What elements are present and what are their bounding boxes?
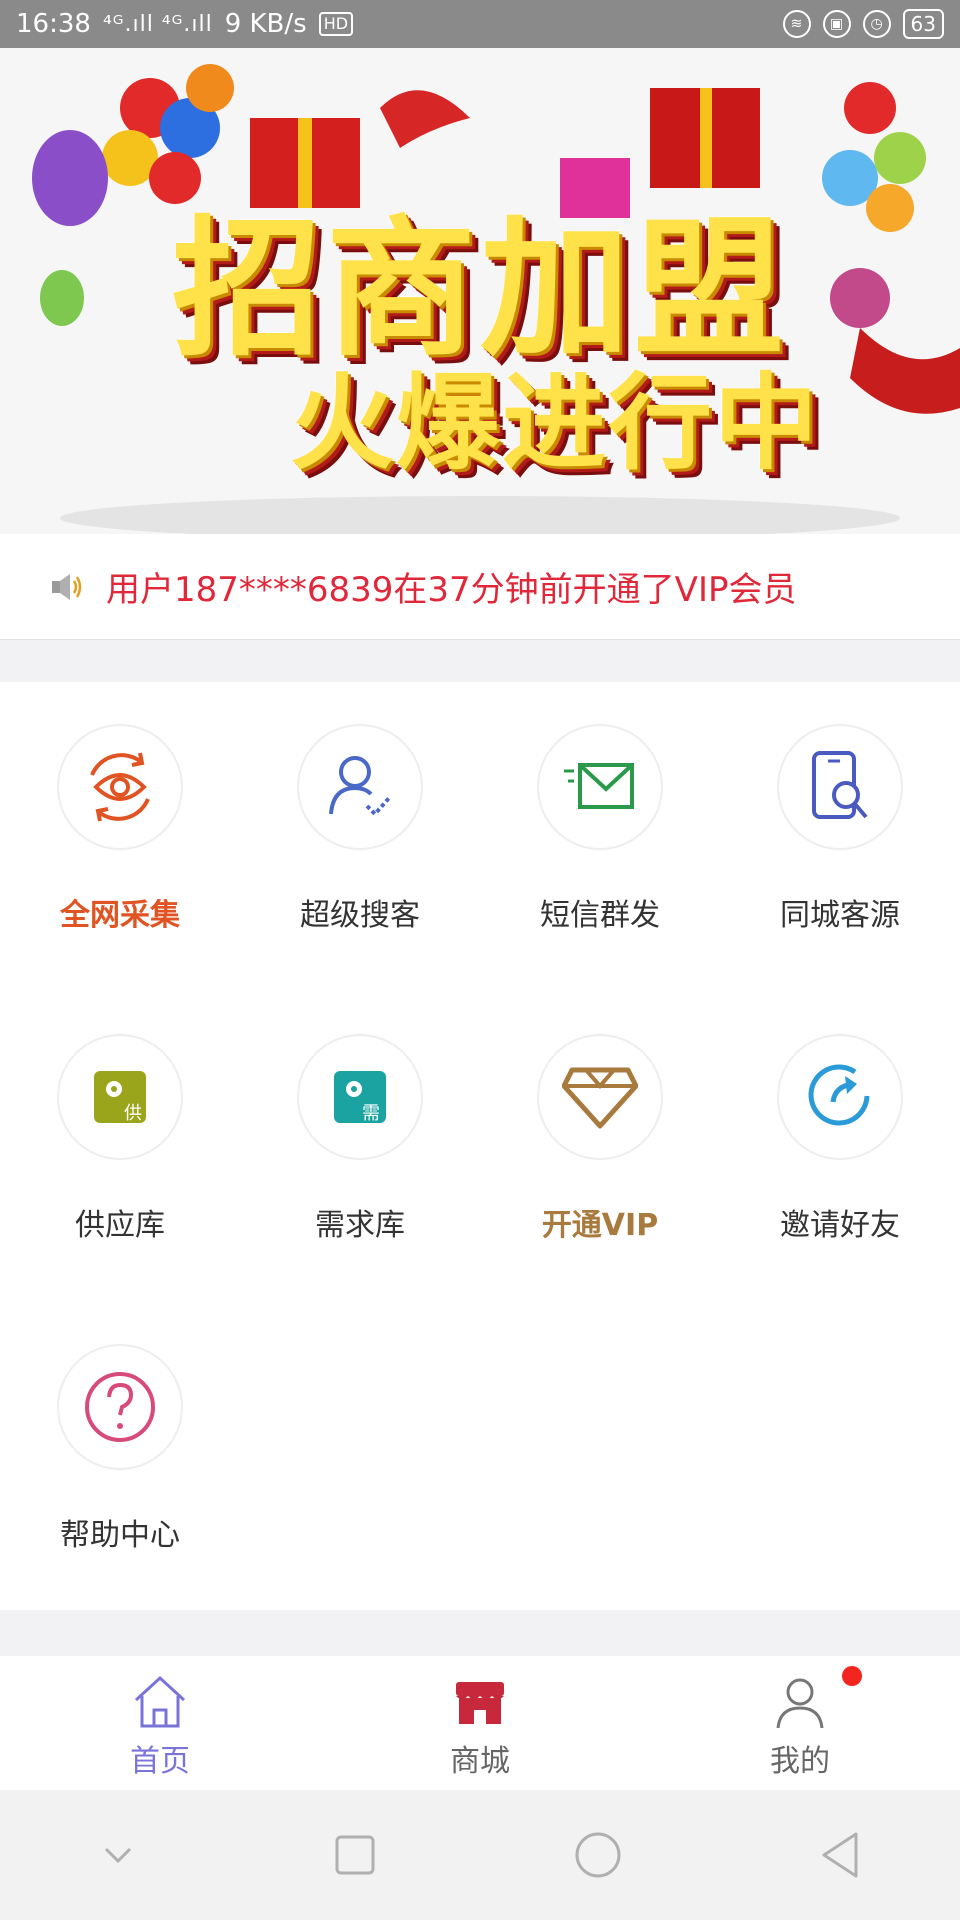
grid-icon-circle: 供 — [57, 1034, 183, 1160]
phone-search-icon — [812, 751, 868, 819]
grid-icon-circle — [537, 1034, 663, 1160]
tab-label: 商城 — [450, 1744, 510, 1779]
grid-icon-circle — [777, 724, 903, 850]
grid-label: 短信群发 — [540, 898, 660, 933]
diamond-icon — [562, 1067, 638, 1129]
back-button-icon[interactable] — [818, 1830, 862, 1880]
feature-grid: 全网采集 超级搜客 短信群发 同城客源 供 供应库 需 需求库 开通VIP 邀请… — [0, 682, 960, 1610]
eye-refresh-icon — [90, 752, 150, 822]
grid-icon-circle — [777, 1034, 903, 1160]
network-speed: 9 KB/s — [224, 9, 307, 39]
demand-gear-icon: 需 — [334, 1071, 386, 1124]
signal-icon: ⁴ᴳ.ıll ⁴ᴳ.ıll — [102, 11, 213, 37]
grid-item-search-customers[interactable]: 超级搜客 — [240, 682, 480, 982]
supply-gear-icon: 供 — [94, 1071, 146, 1124]
tab-store[interactable]: 商城 — [320, 1656, 640, 1790]
home-icon — [134, 1675, 186, 1728]
grid-item-invite[interactable]: 邀请好友 — [720, 992, 960, 1292]
grid-label: 全网采集 — [60, 898, 180, 933]
grid-item-vip[interactable]: 开通VIP — [480, 992, 720, 1292]
alarm-icon: ◷ — [862, 10, 891, 38]
user-check-icon — [329, 756, 391, 817]
grid-label: 开通VIP — [541, 1208, 659, 1243]
profile-icon — [776, 1678, 824, 1729]
vibrate-icon: ≋ — [782, 10, 811, 38]
grid-label: 超级搜客 — [300, 898, 420, 933]
grid-icon-circle — [537, 724, 663, 850]
promo-banner[interactable]: 招商加盟 火爆进行中 — [0, 48, 960, 534]
notice-text: 用户187****6839在37分钟前开通了VIP会员 — [106, 570, 797, 610]
question-icon — [85, 1372, 155, 1442]
grid-icon-circle — [57, 1344, 183, 1470]
notification-badge — [842, 1666, 862, 1686]
grid-item-collect[interactable]: 全网采集 — [0, 682, 240, 982]
grid-label: 邀请好友 — [780, 1208, 900, 1243]
grid-item-sms[interactable]: 短信群发 — [480, 682, 720, 982]
system-nav-bar — [0, 1790, 960, 1920]
bottom-tab-bar: 首页 商城 我的 — [0, 1656, 960, 1790]
mail-icon — [564, 763, 634, 809]
recents-button-icon[interactable] — [333, 1833, 377, 1877]
battery-icon: 63 — [902, 9, 944, 39]
status-time: 16:38 — [16, 9, 91, 39]
grid-icon-circle: 需 — [297, 1034, 423, 1160]
tab-label: 首页 — [130, 1744, 190, 1779]
grid-item-local-customers[interactable]: 同城客源 — [720, 682, 960, 982]
status-bar: 16:38 ⁴ᴳ.ıll ⁴ᴳ.ıll 9 KB/s HD ≋ ▣ ◷ 63 — [0, 0, 960, 48]
grid-label: 同城客源 — [780, 898, 900, 933]
grid-item-supply[interactable]: 供 供应库 — [0, 992, 240, 1292]
store-icon — [456, 1682, 504, 1724]
grid-icon-circle — [57, 724, 183, 850]
banner-subtitle: 火爆进行中 — [289, 362, 820, 484]
hd-icon: HD — [318, 12, 354, 36]
tab-home[interactable]: 首页 — [0, 1656, 320, 1790]
chevron-down-icon[interactable] — [98, 1835, 138, 1875]
speaker-icon — [52, 573, 82, 600]
grid-label: 需求库 — [315, 1208, 405, 1243]
svg-text:需: 需 — [362, 1103, 380, 1124]
home-button-icon[interactable] — [573, 1830, 623, 1880]
lock-icon: ▣ — [822, 10, 851, 38]
grid-icon-circle — [297, 724, 423, 850]
share-arrow-icon — [808, 1064, 870, 1126]
grid-label: 供应库 — [75, 1208, 165, 1243]
grid-label: 帮助中心 — [60, 1518, 180, 1553]
tab-label: 我的 — [770, 1744, 830, 1779]
notice-bar[interactable]: 用户187****6839在37分钟前开通了VIP会员 — [0, 534, 960, 640]
grid-item-demand[interactable]: 需 需求库 — [240, 992, 480, 1292]
tab-profile[interactable]: 我的 — [640, 1656, 960, 1790]
svg-text:供: 供 — [124, 1103, 142, 1124]
grid-item-help[interactable]: 帮助中心 — [0, 1302, 240, 1602]
